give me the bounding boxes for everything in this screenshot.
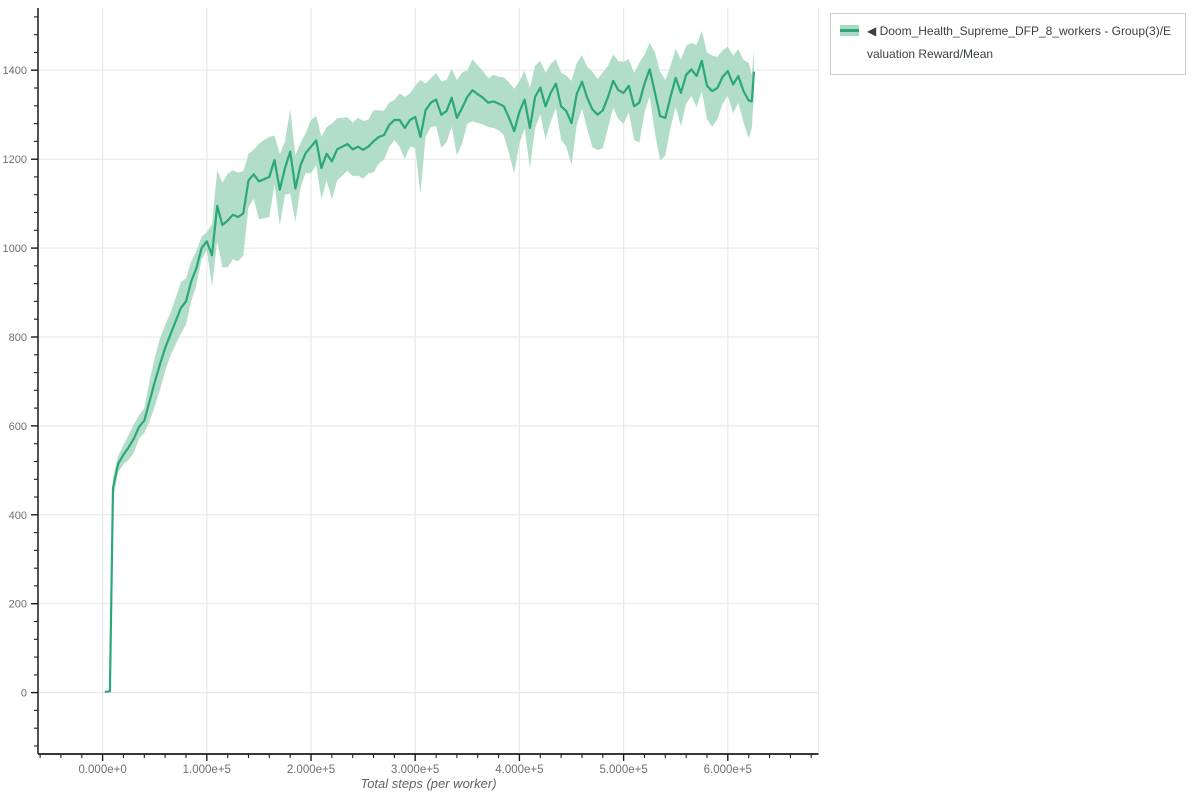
collapse-triangle-icon[interactable]: ◀: [867, 24, 876, 38]
y-tick-label: 1000: [3, 243, 27, 255]
y-tick-label: 200: [9, 599, 27, 611]
mean-line: [106, 61, 754, 692]
x-axis-title: Total steps (per worker): [38, 776, 819, 791]
y-tick-label: 400: [9, 510, 27, 522]
legend-item-reward-mean[interactable]: ◀ Doom_Health_Supreme_DFP_8_workers - Gr…: [840, 20, 1176, 66]
series-line-icon: [840, 29, 859, 32]
x-tick-label: 5.000e+5: [599, 764, 647, 776]
x-tick-label: 0.000e+0: [78, 764, 126, 776]
chart-page: 0.000e+0 1.000e+5 2.000e+5 3.000e+5 4.000e+5…: [0, 0, 1200, 800]
series-swatch-icon: [840, 25, 859, 36]
x-tick-label: 3.000e+5: [391, 764, 439, 776]
y-tick-label: 0: [21, 688, 27, 700]
x-tick-label: 6.000e+5: [704, 764, 752, 776]
y-tick-labels: 0 200 400 600 800 1000 1200 1400: [3, 65, 27, 699]
stddev-band: [106, 31, 754, 693]
y-tick-label: 600: [9, 421, 27, 433]
x-tick-label: 4.000e+5: [495, 764, 543, 776]
x-tick-labels: 0.000e+0 1.000e+5 2.000e+5 3.000e+5 4.000e+5…: [78, 764, 751, 776]
series-name: Doom_Health_Supreme_DFP_8_workers - Grou…: [867, 24, 1171, 61]
x-tick-label: 1.000e+5: [183, 764, 231, 776]
mean-line-path: [106, 61, 754, 692]
x-tick-label: 2.000e+5: [287, 764, 335, 776]
legend-label: ◀ Doom_Health_Supreme_DFP_8_workers - Gr…: [867, 20, 1176, 66]
stddev-band-area: [106, 31, 754, 693]
legend-box: ◀ Doom_Health_Supreme_DFP_8_workers - Gr…: [830, 13, 1186, 75]
y-tick-label: 800: [9, 332, 27, 344]
y-tick-label: 1400: [3, 65, 27, 77]
reward-chart-canvas: 0.000e+0 1.000e+5 2.000e+5 3.000e+5 4.000e+5…: [0, 0, 1200, 800]
y-tick-label: 1200: [3, 154, 27, 166]
